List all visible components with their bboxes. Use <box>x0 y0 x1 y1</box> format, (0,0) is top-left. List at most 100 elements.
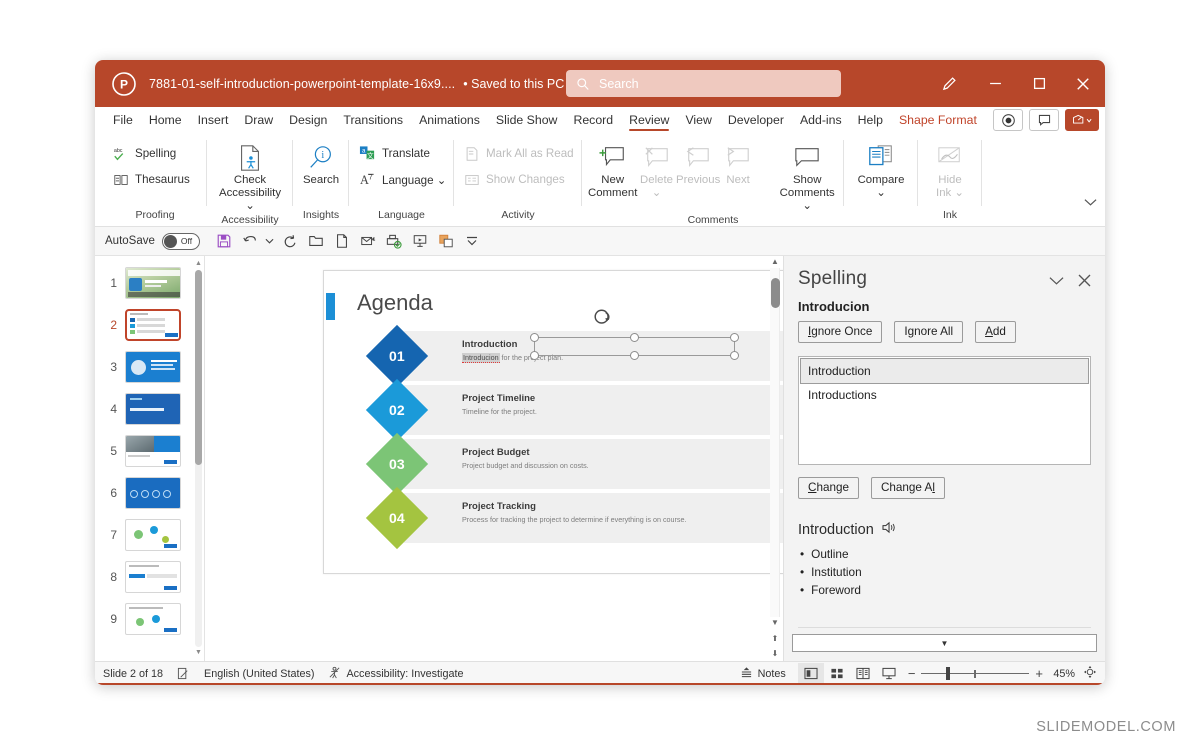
show-comments-button[interactable]: Show Comments ⌄ <box>776 140 838 213</box>
tab-insert[interactable]: Insert <box>190 108 237 132</box>
change-all-button[interactable]: Change Al <box>870 477 945 499</box>
shape-selection-box[interactable] <box>530 333 739 360</box>
thumbnail-slide-2[interactable]: 2 <box>95 304 204 346</box>
undo-icon[interactable] <box>238 229 262 253</box>
reading-view-icon[interactable] <box>850 663 876 685</box>
open-icon[interactable] <box>304 229 328 253</box>
spelling-button[interactable]: abc Spelling <box>109 142 194 165</box>
scroll-down-arrow[interactable]: ▼ <box>195 649 202 657</box>
saved-status[interactable]: • Saved to this PC⌄ <box>463 77 576 91</box>
canvas-scroll-down-arrow[interactable]: ▼ <box>770 617 780 628</box>
maximize-icon[interactable] <box>1017 60 1061 107</box>
selection-handle[interactable] <box>630 333 639 342</box>
thumbnail-slide-8[interactable]: 8 <box>95 556 204 598</box>
thumbnail-slide-9[interactable]: 9 <box>95 598 204 640</box>
search-insights-button[interactable]: i Search <box>299 140 343 187</box>
translate-button[interactable]: a 文 Translate <box>355 142 451 165</box>
notes-page-icon[interactable] <box>177 667 190 680</box>
minimize-icon[interactable] <box>973 60 1017 107</box>
close-icon[interactable] <box>1078 274 1091 290</box>
search-input[interactable]: Search <box>566 70 841 97</box>
tab-file[interactable]: File <box>105 108 141 132</box>
notes-button[interactable]: Notes <box>740 666 786 681</box>
new-comment-button[interactable]: New Comment <box>588 140 637 200</box>
thumbnail-slide-3[interactable]: 3 <box>95 346 204 388</box>
thumbnail-slide-4[interactable]: 4 <box>95 388 204 430</box>
tab-add-ins[interactable]: Add-ins <box>792 108 850 132</box>
rotate-handle-icon[interactable] <box>592 307 614 329</box>
language-button[interactable]: A 7 Language ⌄ <box>355 168 451 191</box>
chevron-down-icon[interactable] <box>1049 274 1064 290</box>
suggestion-item[interactable]: Introduction <box>800 358 1089 384</box>
pen-icon[interactable] <box>925 60 973 107</box>
mark-all-as-read-button[interactable]: Mark All as Read <box>460 142 578 165</box>
suggestions-list[interactable]: Introduction Introductions <box>798 356 1091 465</box>
selection-handle[interactable] <box>630 351 639 360</box>
thumbnail-slide-5[interactable]: 5 <box>95 430 204 472</box>
canvas-scrollbar-thumb[interactable] <box>771 278 780 308</box>
normal-view-icon[interactable] <box>797 662 824 685</box>
thesaurus-button[interactable]: Thesaurus <box>109 168 194 191</box>
show-changes-button[interactable]: Show Changes <box>460 168 578 191</box>
tab-home[interactable]: Home <box>141 108 190 132</box>
save-icon[interactable] <box>212 229 236 253</box>
scrollbar-thumb[interactable] <box>195 270 202 465</box>
delete-comment-button[interactable]: Delete ⌄ <box>637 140 675 200</box>
tab-slide-show[interactable]: Slide Show <box>488 108 566 132</box>
slide-editor[interactable]: Agenda 2 01 Introduction Introducion for… <box>323 270 863 574</box>
speaker-icon[interactable] <box>882 521 897 538</box>
change-button[interactable]: Change <box>798 477 859 499</box>
accessibility-status[interactable]: Accessibility: Investigate <box>328 666 463 682</box>
quick-print-icon[interactable] <box>382 229 406 253</box>
collapse-ribbon-button[interactable] <box>1084 198 1097 210</box>
tab-shape-format[interactable]: Shape Format <box>891 108 985 132</box>
zoom-out-button[interactable]: − <box>908 666 916 681</box>
zoom-in-button[interactable]: + <box>1035 666 1043 681</box>
compare-button[interactable]: Compare ⌄ <box>850 140 912 200</box>
tab-developer[interactable]: Developer <box>720 108 792 132</box>
slide-sorter-icon[interactable] <box>824 663 850 685</box>
slide-counter[interactable]: Slide 2 of 18 <box>103 668 163 680</box>
canvas-scrollbar[interactable]: ▲ ▼ ⬆ ⬇ <box>768 256 781 661</box>
slide-thumbnail-panel[interactable]: 1 2 3 4 5 6 7 8 9 ▲ ▼ <box>95 256 205 661</box>
thumbnail-scrollbar[interactable]: ▲ ▼ <box>195 260 202 657</box>
tab-transitions[interactable]: Transitions <box>335 108 411 132</box>
tab-review[interactable]: Review <box>621 108 677 132</box>
start-slideshow-icon[interactable] <box>408 229 432 253</box>
tab-view[interactable]: View <box>677 108 719 132</box>
thumbnail-slide-1[interactable]: 1 <box>95 262 204 304</box>
selection-handle[interactable] <box>530 351 539 360</box>
fit-slide-icon[interactable] <box>1083 665 1097 682</box>
duplicate-icon[interactable] <box>434 229 458 253</box>
tab-record[interactable]: Record <box>565 108 621 132</box>
record-circle-icon[interactable] <box>993 109 1023 131</box>
tab-draw[interactable]: Draw <box>236 108 281 132</box>
scroll-up-arrow[interactable]: ▲ <box>195 260 202 268</box>
thumbnail-slide-6[interactable]: 6 <box>95 472 204 514</box>
next-comment-button[interactable]: Next <box>721 140 756 187</box>
check-accessibility-button[interactable]: Check Accessibility ⌄ <box>213 140 287 213</box>
previous-slide-button[interactable]: ⬆ <box>770 633 780 644</box>
new-icon[interactable] <box>330 229 354 253</box>
selection-handle[interactable] <box>530 333 539 342</box>
language-status[interactable]: English (United States) <box>204 668 314 680</box>
tab-help[interactable]: Help <box>850 108 891 132</box>
selection-handle[interactable] <box>730 351 739 360</box>
autosave-toggle[interactable]: Off <box>161 232 200 250</box>
tab-design[interactable]: Design <box>281 108 335 132</box>
hide-ink-button[interactable]: Hide Ink ⌄ <box>924 140 976 200</box>
close-icon[interactable] <box>1061 60 1105 107</box>
zoom-slider[interactable] <box>921 667 1030 681</box>
tab-animations[interactable]: Animations <box>411 108 488 132</box>
next-slide-button[interactable]: ⬇ <box>770 648 780 659</box>
slideshow-view-icon[interactable] <box>876 663 902 685</box>
canvas-scroll-up-arrow[interactable]: ▲ <box>770 256 780 267</box>
redo-icon[interactable] <box>278 229 302 253</box>
thumbnail-slide-7[interactable]: 7 <box>95 514 204 556</box>
language-dropdown[interactable]: ▼ <box>792 634 1097 652</box>
share-icon[interactable] <box>1065 109 1099 131</box>
customize-qat-icon[interactable] <box>460 229 484 253</box>
ignore-all-button[interactable]: Ignore All <box>894 321 964 343</box>
suggestion-item[interactable]: Introductions <box>801 383 1088 407</box>
ignore-once-button[interactable]: Ignore Once <box>798 321 883 343</box>
